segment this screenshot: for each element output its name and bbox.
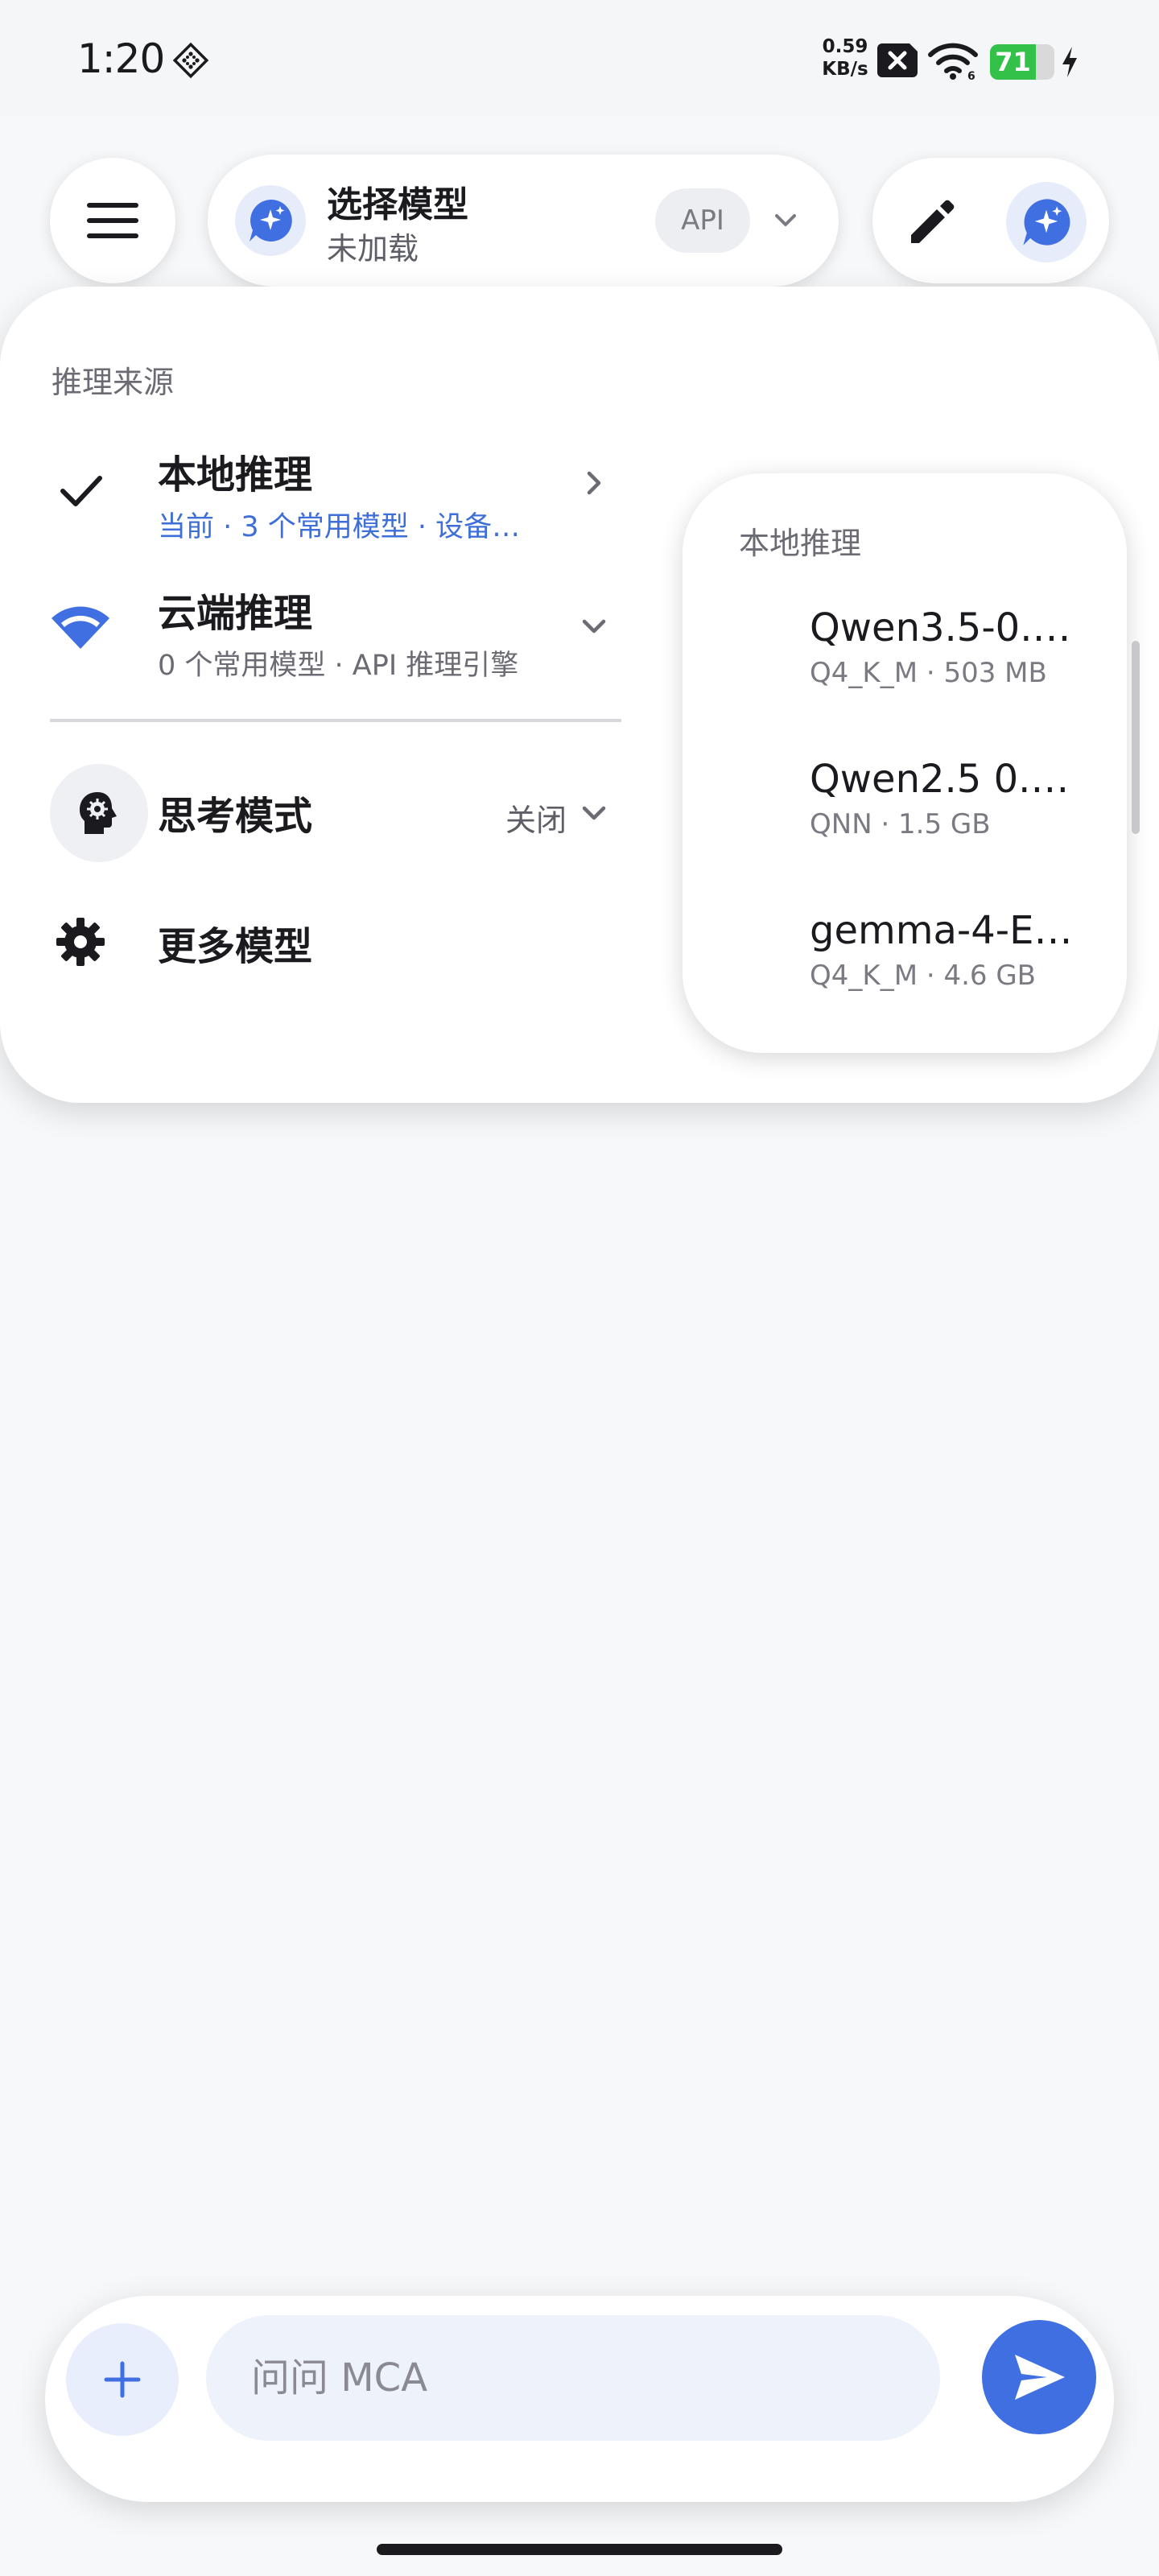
model-title: 选择模型 [327,184,468,225]
svg-text:6: 6 [967,70,975,80]
local-inference-title: 本地推理 [158,452,313,497]
network-speed: 0.59 KB/s [813,35,877,80]
section-label-inference-source: 推理来源 [52,365,175,400]
chevron-down-icon [582,619,606,634]
status-time: 1:20 [77,35,165,82]
pencil-icon [911,200,955,243]
home-indicator [377,2544,782,2555]
scrollbar[interactable] [1132,641,1140,834]
attach-button[interactable] [66,2323,179,2436]
app-bar-actions [872,158,1109,283]
model-avatar [235,185,306,256]
new-chat-button[interactable] [901,190,963,251]
network-speed-unit: KB/s [822,59,868,80]
cloud-inference-subtitle: 0 个常用模型 · API 推理引擎 [158,650,519,682]
wifi-icon: 6 [928,43,978,80]
model-status: 未加载 [327,231,419,266]
chat-sparkle-icon [1023,199,1070,246]
chevron-right-icon [587,471,601,495]
network-speed-value: 0.59 [822,36,868,57]
model-name: Qwen3.5-0.… [810,605,1071,650]
list-item[interactable]: Qwen2.5 0.… QNN · 1.5 GB [810,757,1083,840]
chat-sparkle-icon [250,199,292,242]
list-item[interactable]: gemma-4-E… Q4_K_M · 4.6 GB [810,908,1083,992]
menu-button[interactable] [50,158,175,283]
cloud-inference-title: 云端推理 [158,591,313,636]
model-name: gemma-4-E… [810,908,1073,953]
charging-icon [1062,47,1077,77]
hamburger-icon [87,203,138,238]
send-button[interactable] [982,2320,1096,2434]
chevron-down-icon [775,214,796,226]
list-item[interactable]: Qwen3.5-0.… Q4_K_M · 503 MB [810,605,1083,689]
brain-gear-icon [80,792,117,834]
battery-indicator: 71 [990,44,1054,80]
local-models-submenu: 本地推理 Qwen3.5-0.… Q4_K_M · 503 MB Qwen2.5… [683,473,1127,1053]
api-badge: API [655,188,750,253]
thinking-mode-title: 思考模式 [158,794,313,839]
model-name: Qwen2.5 0.… [810,757,1070,802]
submenu-title: 本地推理 [739,526,862,561]
check-icon [48,457,113,522]
plus-icon [104,2361,141,2398]
model-meta: Q4_K_M · 503 MB [810,657,1047,689]
send-icon [1015,2355,1065,2400]
model-selector[interactable]: 选择模型 未加载 API [208,155,839,287]
message-composer [45,2296,1114,2502]
model-meta: QNN · 1.5 GB [810,808,991,840]
battery-level: 71 [995,47,1031,77]
menu-item-more-models[interactable]: 更多模型 [0,890,644,995]
menu-item-local-inference[interactable]: 本地推理 当前 · 3 个常用模型 · 设备… [0,431,644,552]
thinking-mode-icon-bg [50,764,148,862]
assistant-button[interactable] [1006,182,1087,262]
model-meta: Q4_K_M · 4.6 GB [810,960,1036,992]
wifi-icon [48,596,113,660]
diamond-icon [172,42,209,79]
sim-x-icon [877,43,918,77]
message-input[interactable] [206,2315,940,2441]
local-inference-subtitle: 当前 · 3 个常用模型 · 设备… [158,511,521,543]
gear-icon [48,910,113,974]
thinking-mode-status[interactable]: 关闭 [505,795,567,840]
divider [50,719,621,722]
more-models-title: 更多模型 [158,924,313,969]
chevron-down-icon [582,806,606,820]
model-dropdown-panel: 推理来源 本地推理 当前 · 3 个常用模型 · 设备… 云端推理 0 个常用模… [0,287,1159,1103]
menu-item-cloud-inference[interactable]: 云端推理 0 个常用模型 · API 推理引擎 [0,572,644,692]
status-bar: 1:20 0.59 KB/s 6 71 [0,0,1159,116]
